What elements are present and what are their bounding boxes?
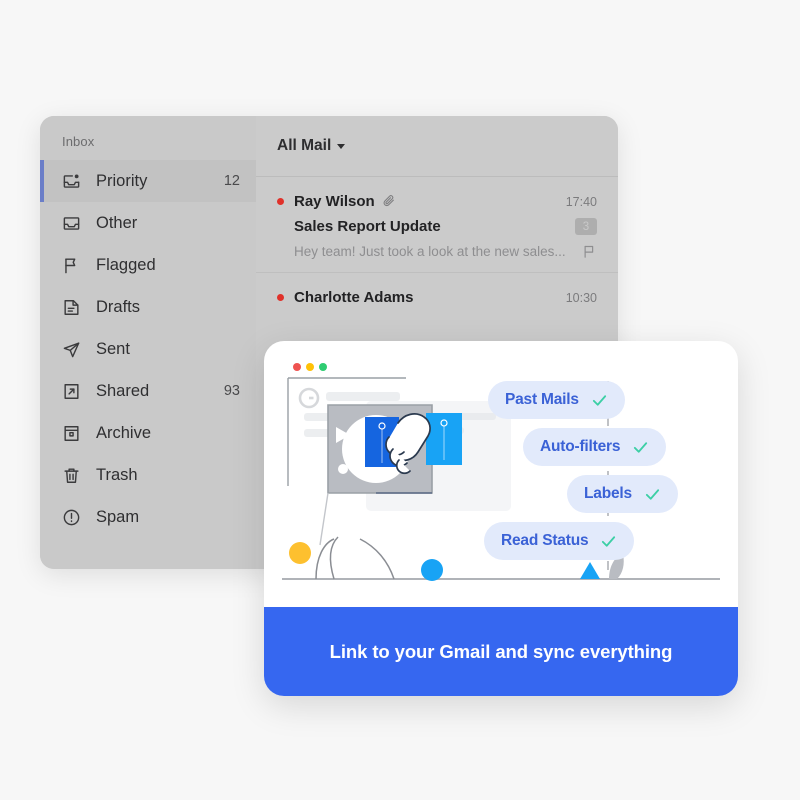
sidebar-item-label: Archive [96, 423, 152, 442]
sidebar-title: Inbox [62, 134, 95, 149]
message-time: 17:40 [565, 194, 597, 209]
trash-icon [62, 466, 81, 485]
check-icon [644, 486, 661, 503]
feature-pill-auto-filters: Auto-filters [523, 428, 667, 466]
feature-pill-labels: Labels [567, 475, 678, 513]
inbox-dot-icon [62, 172, 81, 191]
message-count-badge: 3 [575, 218, 597, 235]
sidebar-item-other[interactable]: Other [40, 202, 256, 244]
sidebar-item-label: Trash [96, 465, 138, 484]
message-sender: Ray Wilson [294, 193, 375, 210]
blue-dot [421, 559, 443, 581]
alert-circle-icon [62, 508, 81, 527]
sidebar-item-drafts[interactable]: Drafts [40, 286, 256, 328]
message-preview-line: Hey team! Just took a look at the new sa… [277, 244, 597, 259]
check-icon [600, 533, 617, 550]
feature-pill-label: Read Status [501, 532, 589, 549]
blue-triangle [580, 562, 600, 579]
message-subject: Sales Report Update [294, 218, 441, 235]
feature-pill-label: Past Mails [505, 391, 579, 408]
sidebar-item-sent[interactable]: Sent [40, 328, 256, 370]
share-box-icon [62, 382, 81, 401]
link-gmail-button-label: Link to your Gmail and sync everything [329, 640, 673, 662]
sidebar-item-priority[interactable]: Priority 12 [40, 160, 256, 202]
all-mail-filter-dropdown[interactable]: All Mail [277, 137, 346, 155]
blue-card-light [426, 413, 462, 465]
unread-dot-icon [277, 198, 284, 205]
sidebar-item-shared[interactable]: Shared 93 [40, 370, 256, 412]
sidebar-item-label: Priority [96, 171, 148, 190]
sidebar-item-label: Spam [96, 507, 140, 526]
sidebar-item-archive[interactable]: Archive [40, 412, 256, 454]
inbox-icon [62, 214, 81, 233]
sidebar: Inbox Priority 12 Other Flagged Drafts S… [40, 116, 256, 569]
all-mail-filter-label: All Mail [277, 137, 332, 154]
promo-card: Past Mails Auto-filters Labels Read Stat… [264, 341, 738, 696]
feature-pill-label: Auto-filters [540, 438, 621, 455]
message-header-line: Charlotte Adams 10:30 [277, 289, 597, 306]
sidebar-item-label: Other [96, 213, 138, 232]
sidebar-item-label: Sent [96, 339, 130, 358]
sidebar-item-trash[interactable]: Trash [40, 454, 256, 496]
check-icon [591, 392, 608, 409]
link-gmail-button[interactable]: Link to your Gmail and sync everything [264, 607, 738, 696]
document-icon [62, 298, 81, 317]
feature-pill-past-mails: Past Mails [488, 381, 625, 419]
sidebar-item-label: Flagged [96, 255, 156, 274]
message-preview: Hey team! Just took a look at the new sa… [294, 244, 566, 259]
message-sender: Charlotte Adams [294, 289, 414, 306]
chevron-down-icon [337, 143, 346, 149]
attachment-icon [382, 195, 395, 208]
feature-pill-read-status: Read Status [484, 522, 635, 560]
sidebar-item-label: Drafts [96, 297, 141, 316]
sidebar-item-flagged[interactable]: Flagged [40, 244, 256, 286]
check-icon [632, 439, 649, 456]
sidebar-item-count: 93 [223, 383, 240, 399]
message-list-header: All Mail [256, 116, 618, 177]
paper-plane-icon [62, 340, 81, 359]
message-row[interactable]: Charlotte Adams 10:30 [256, 272, 618, 319]
flag-icon [62, 256, 81, 275]
sidebar-item-label: Shared [96, 381, 150, 400]
unread-dot-icon [277, 294, 284, 301]
message-time: 10:30 [565, 290, 597, 305]
message-header-line: Ray Wilson 17:40 [277, 193, 597, 210]
yellow-dot [289, 542, 311, 564]
sidebar-item-spam[interactable]: Spam [40, 496, 256, 538]
message-row[interactable]: Ray Wilson 17:40 Sales Report Update 3 H… [256, 177, 618, 272]
archive-icon [62, 424, 81, 443]
sidebar-nav-list: Priority 12 Other Flagged Drafts Sent Sh… [40, 160, 256, 538]
message-subject-line: Sales Report Update 3 [277, 218, 597, 235]
message-flag-icon[interactable] [582, 244, 597, 259]
sidebar-item-count: 12 [223, 173, 240, 189]
feature-pill-label: Labels [584, 485, 632, 502]
